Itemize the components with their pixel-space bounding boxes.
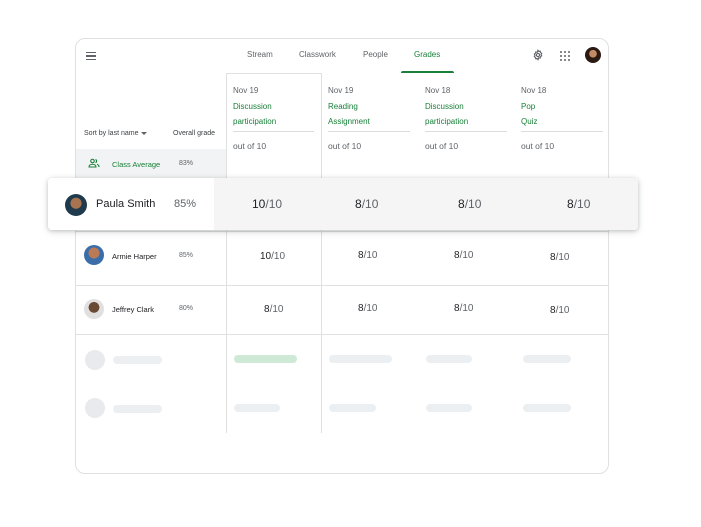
sort-dropdown[interactable]: Sort by last name <box>84 130 148 137</box>
grade-denominator: /10 <box>271 251 286 262</box>
grade-denominator: /10 <box>363 303 378 314</box>
assignment-title[interactable]: Reading <box>328 99 370 115</box>
grade-cell[interactable]: 8/10 <box>550 305 569 316</box>
chevron-down-icon <box>141 131 148 135</box>
gradebook-card: Stream Classwork People Grades Nov 19 Di… <box>75 38 609 474</box>
assignment-date: Nov 19 <box>233 86 259 95</box>
assignment-title[interactable]: Assignment <box>328 114 370 130</box>
grade-score: 8 <box>458 197 465 211</box>
assignment-title[interactable]: Discussion <box>233 99 276 115</box>
grade-cell[interactable]: 8/10 <box>264 304 283 315</box>
placeholder-bar <box>329 404 376 412</box>
tab-people[interactable]: People <box>363 50 388 59</box>
assignment-header-4[interactable]: Nov 18 Pop Quiz <box>521 83 546 130</box>
grade-denominator: /10 <box>269 304 284 315</box>
grade-cell[interactable]: 8/10 <box>358 250 377 261</box>
student-grades-pane: 10/10 8/10 8/10 8/10 <box>214 178 638 230</box>
student-info-pane: Paula Smith 85% <box>48 178 214 230</box>
avatar <box>84 245 104 265</box>
assignment-title[interactable]: Quiz <box>521 114 546 130</box>
assignment-title[interactable]: participation <box>233 114 276 130</box>
grade-cell[interactable]: 8/10 <box>567 197 590 211</box>
assignment-header-2[interactable]: Nov 19 Reading Assignment <box>328 83 370 130</box>
active-tab-indicator <box>401 71 454 73</box>
placeholder-bar <box>113 405 162 413</box>
hamburger-menu-icon[interactable] <box>86 52 96 61</box>
points-possible: out of 10 <box>233 141 267 151</box>
placeholder-bar <box>523 404 571 412</box>
header-separator <box>328 131 410 132</box>
grade-cell[interactable]: 8/10 <box>454 250 473 261</box>
assignment-title[interactable]: Pop <box>521 99 546 115</box>
table-row: Jeffrey Clark 80% 8/10 8/10 8/10 8/10 <box>76 285 608 334</box>
grade-denominator: /10 <box>265 197 283 211</box>
grade-denominator: /10 <box>555 305 570 316</box>
placeholder-avatar <box>85 398 105 418</box>
grade-cell[interactable]: 8/10 <box>454 303 473 314</box>
grade-cell[interactable]: 8/10 <box>550 252 569 263</box>
overall-grade-header: Overall grade <box>173 130 216 137</box>
header-separator <box>521 131 603 132</box>
grade-score: 10 <box>260 251 272 262</box>
assignment-date: Nov 19 <box>328 86 354 95</box>
tab-stream[interactable]: Stream <box>247 50 273 59</box>
grade-score: 8 <box>567 197 574 211</box>
grade-denominator: /10 <box>464 197 482 211</box>
assignment-date: Nov 18 <box>425 86 451 95</box>
placeholder-bar <box>426 355 472 363</box>
assignment-title[interactable]: participation <box>425 114 468 130</box>
tab-classwork[interactable]: Classwork <box>299 50 336 59</box>
assignment-header-3[interactable]: Nov 18 Discussion participation <box>425 83 468 130</box>
grade-denominator: /10 <box>573 197 591 211</box>
placeholder-avatar <box>85 350 105 370</box>
apps-grid-icon[interactable] <box>560 51 570 61</box>
grade-denominator: /10 <box>459 303 474 314</box>
grade-cell[interactable]: 10/10 <box>260 251 285 262</box>
grade-denominator: /10 <box>361 197 379 211</box>
placeholder-bar <box>234 404 280 412</box>
class-average-label: Class Average <box>112 160 161 169</box>
points-possible: out of 10 <box>328 141 362 151</box>
grade-denominator: /10 <box>363 250 378 261</box>
points-possible: out of 10 <box>521 141 555 151</box>
placeholder-bar <box>329 355 392 363</box>
placeholder-bar <box>426 404 472 412</box>
placeholder-bar <box>234 355 297 363</box>
grade-score: 8 <box>355 197 362 211</box>
grade-score: 10 <box>252 197 266 211</box>
assignment-title[interactable]: Discussion <box>425 99 468 115</box>
grade-cell[interactable]: 8/10 <box>355 197 378 211</box>
header-separator <box>425 131 507 132</box>
people-group-icon <box>88 158 100 168</box>
student-name[interactable]: Jeffrey Clark <box>112 305 154 314</box>
placeholder-bar <box>113 356 162 364</box>
placeholder-bar <box>523 355 571 363</box>
class-average-row: Class Average 83% <box>76 149 226 179</box>
student-overall: 85% <box>174 198 197 210</box>
points-possible: out of 10 <box>425 141 459 151</box>
grade-denominator: /10 <box>555 252 570 263</box>
student-overall: 85% <box>179 252 194 259</box>
grade-cell[interactable]: 8/10 <box>358 303 377 314</box>
assignment-date: Nov 18 <box>521 86 547 95</box>
gear-icon[interactable] <box>532 49 544 61</box>
row-divider <box>76 334 608 335</box>
avatar <box>84 299 104 319</box>
grade-cell[interactable]: 8/10 <box>458 197 481 211</box>
selected-column-top <box>226 73 322 74</box>
student-overall: 80% <box>179 305 194 312</box>
highlighted-student-row[interactable]: Paula Smith 85% 10/10 8/10 8/10 8/10 <box>48 178 638 230</box>
avatar <box>65 194 87 216</box>
table-row: Armie Harper 85% 10/10 8/10 8/10 8/10 <box>76 231 608 285</box>
assignment-header-1[interactable]: Nov 19 Discussion participation <box>233 83 276 130</box>
class-average-value: 83% <box>179 160 194 167</box>
account-avatar[interactable] <box>585 47 601 63</box>
header-separator <box>233 131 314 132</box>
tab-grades[interactable]: Grades <box>414 50 440 59</box>
student-name[interactable]: Paula Smith <box>96 198 155 210</box>
sort-label: Sort by last name <box>84 130 139 137</box>
grade-denominator: /10 <box>459 250 474 261</box>
grade-cell[interactable]: 10/10 <box>252 197 282 211</box>
student-name[interactable]: Armie Harper <box>112 252 157 261</box>
